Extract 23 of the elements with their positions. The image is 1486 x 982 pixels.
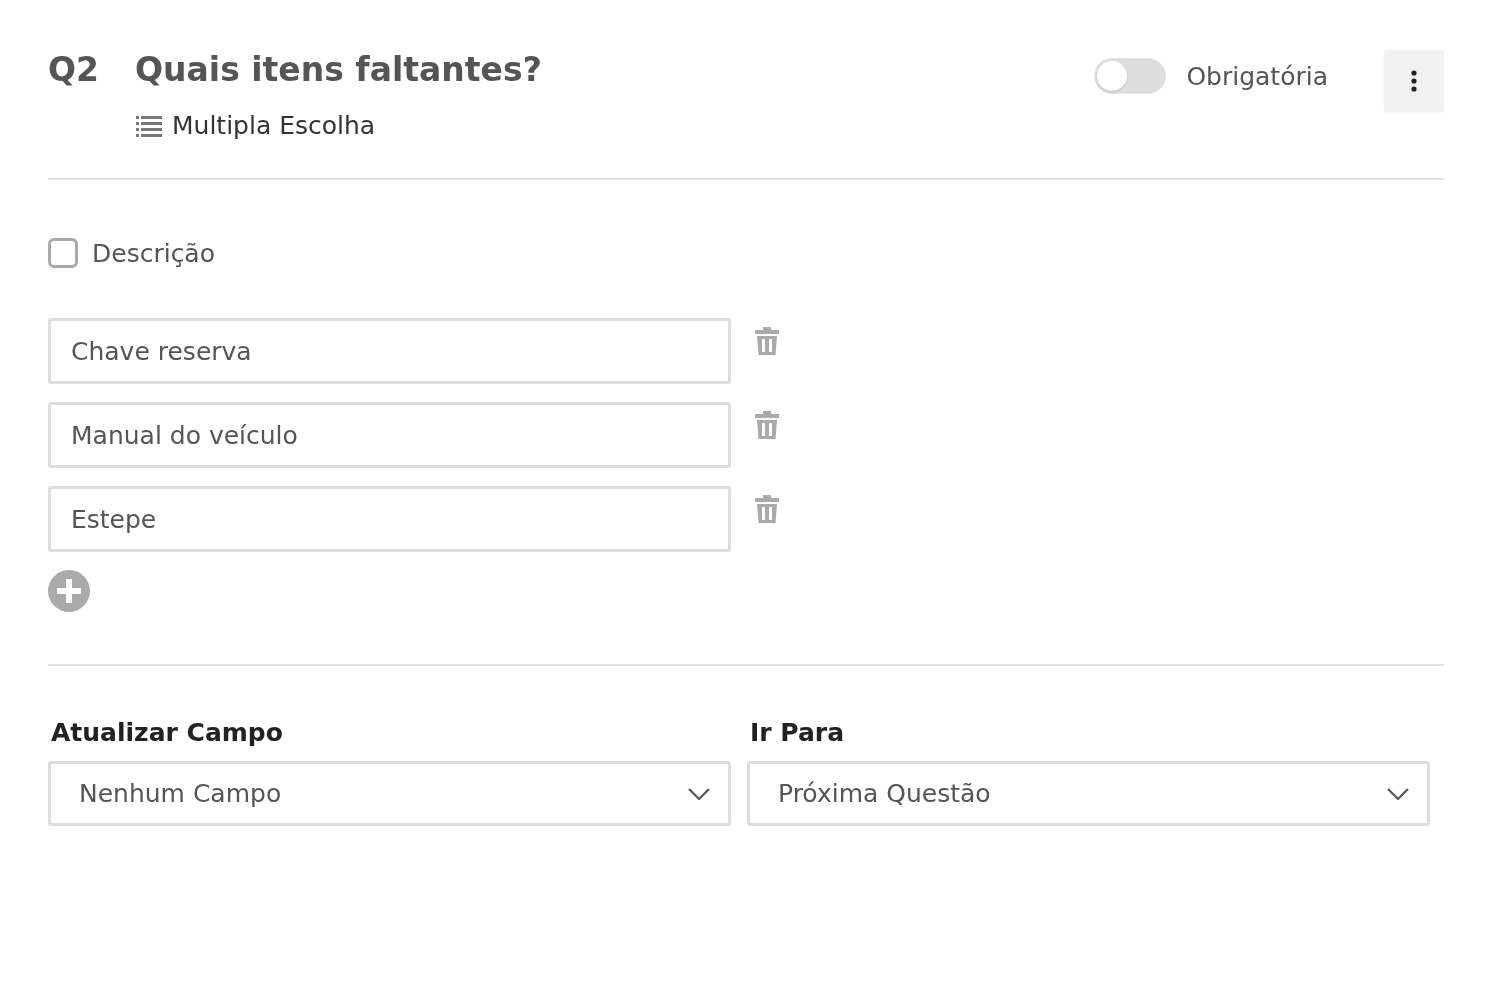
dropdown[interactable]: Nenhum Campo <box>48 761 731 826</box>
option-input[interactable]: Chave reserva <box>48 318 731 384</box>
list-icon <box>136 113 162 138</box>
trash-icon[interactable] <box>753 494 781 524</box>
chevron-down-icon <box>1387 787 1409 800</box>
chevron-down-icon <box>688 787 710 800</box>
add-icon[interactable] <box>48 570 90 612</box>
field-label: Ir Para <box>749 718 846 747</box>
more-button[interactable] <box>1384 50 1444 112</box>
question-title: Quais itens faltantes? <box>135 50 542 89</box>
option-input[interactable]: Manual do veículo <box>48 402 731 468</box>
dropdown[interactable]: Próxima Questão <box>747 761 1430 826</box>
description-label: Descrição <box>92 238 215 268</box>
trash-icon[interactable] <box>753 410 781 440</box>
option-input[interactable]: Estepe <box>48 486 731 552</box>
required-toggle[interactable] <box>1094 58 1167 94</box>
question-type: Multipla Escolha <box>172 111 376 140</box>
required-label: Obrigatória <box>1186 61 1328 91</box>
checkbox[interactable] <box>48 238 78 268</box>
question-number: Q2 <box>48 50 99 89</box>
field-label: Atualizar Campo <box>50 718 284 747</box>
trash-icon[interactable] <box>753 326 781 356</box>
more-vertical-icon <box>1411 70 1417 92</box>
